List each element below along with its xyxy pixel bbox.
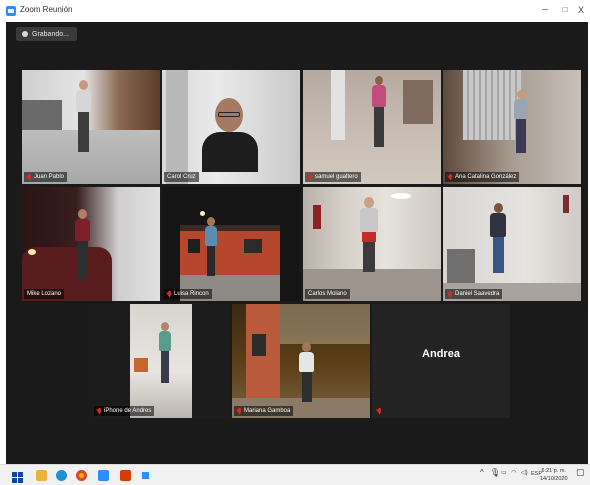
video-tile[interactable]: Juan Pablo: [22, 70, 160, 184]
zoom-app-icon[interactable]: [98, 470, 109, 481]
powerpoint-icon[interactable]: [120, 470, 131, 481]
volume-icon[interactable]: ◁): [521, 469, 528, 476]
close-button[interactable]: X: [570, 2, 590, 18]
participant-name: Ana Catalina González: [455, 174, 517, 180]
video-tile-camera-off[interactable]: Andrea: [372, 304, 510, 418]
participant-name: Luisa Rincon: [174, 291, 209, 297]
participant-name-tag: Luisa Rincon: [164, 289, 212, 299]
video-tile[interactable]: Ana Catalina González: [443, 70, 581, 184]
muted-mic-icon: [237, 407, 242, 415]
minimize-button[interactable]: –: [534, 2, 556, 18]
muted-mic-icon: [167, 290, 172, 298]
zoom-meeting-icon[interactable]: [140, 470, 151, 481]
video-tile[interactable]: Luisa Rincon: [162, 187, 300, 301]
windows-start-icon[interactable]: [12, 470, 23, 483]
video-tile[interactable]: Carlos Molano: [303, 187, 441, 301]
participant-name-tag: Juan Pablo: [24, 172, 68, 182]
participant-name-tag: Carlos Molano: [305, 289, 350, 299]
microphone-tray-icon[interactable]: 🎙: [490, 468, 500, 477]
video-tile[interactable]: samuel gualtero: [303, 70, 441, 184]
record-icon: [22, 31, 28, 37]
participant-name-tag: Carol Cruz: [164, 172, 199, 182]
recording-indicator[interactable]: Grabando...: [16, 27, 77, 41]
participant-name: Carol Cruz: [167, 174, 196, 180]
participant-name: Mariana Gamboa: [244, 408, 291, 414]
file-explorer-icon[interactable]: [36, 470, 47, 481]
participant-name: iPhone de Andres: [104, 408, 152, 414]
muted-mic-icon: [448, 173, 453, 181]
muted-mic-icon: [97, 407, 102, 415]
notification-icon[interactable]: ▢: [576, 467, 585, 478]
zoom-logo-icon: [6, 6, 16, 16]
participant-name: samuel gualtero: [315, 174, 358, 180]
participant-name: Daniel Saavedra: [455, 291, 500, 297]
clock-date: 14/10/2020: [540, 476, 568, 482]
participant-name-tag: Mariana Gamboa: [234, 406, 294, 416]
participant-name-tag: [374, 406, 385, 416]
muted-mic-icon: [377, 407, 382, 415]
video-tile[interactable]: Mariana Gamboa: [232, 304, 370, 418]
system-clock[interactable]: 6:21 p. m. 14/10/2020: [540, 467, 568, 483]
participant-name-tag: Daniel Saavedra: [445, 289, 503, 299]
edge-browser-icon[interactable]: [56, 470, 67, 481]
windows-taskbar: ^ 🎙 ▭ ◠ ◁) ESP 6:21 p. m. 14/10/2020 ▢: [0, 464, 590, 485]
wifi-icon[interactable]: ◠: [511, 469, 516, 476]
window-title: Zoom Reunión: [20, 5, 73, 14]
participant-name-tag: Ana Catalina González: [445, 172, 520, 182]
clock-time: 6:21 p. m.: [541, 468, 566, 474]
participant-name-tag: Mike Lozano: [24, 289, 65, 299]
participant-display-name: Andrea: [422, 348, 460, 360]
tray-overflow-chevron[interactable]: ^: [480, 468, 484, 477]
recording-label: Grabando...: [32, 30, 69, 38]
participant-name: Mike Lozano: [27, 291, 62, 297]
meeting-gallery: Grabando... Juan Pablo Carol Cruz samuel…: [6, 22, 588, 464]
muted-mic-icon: [448, 290, 453, 298]
title-bar: Zoom Reunión – □ X: [0, 0, 590, 22]
video-tile[interactable]: Mike Lozano: [22, 187, 160, 301]
battery-icon[interactable]: ▭: [501, 469, 507, 476]
participant-name-tag: samuel gualtero: [305, 172, 361, 182]
participant-name-tag: iPhone de Andres: [94, 406, 155, 416]
chrome-browser-icon[interactable]: [76, 470, 87, 481]
video-tile-active-speaker[interactable]: Carol Cruz: [162, 70, 300, 184]
participant-name: Juan Pablo: [34, 174, 65, 180]
video-tile[interactable]: iPhone de Andres: [92, 304, 230, 418]
muted-mic-icon: [27, 173, 32, 181]
video-tile[interactable]: Daniel Saavedra: [443, 187, 581, 301]
muted-mic-icon: [308, 173, 313, 181]
participant-name: Carlos Molano: [308, 291, 347, 297]
